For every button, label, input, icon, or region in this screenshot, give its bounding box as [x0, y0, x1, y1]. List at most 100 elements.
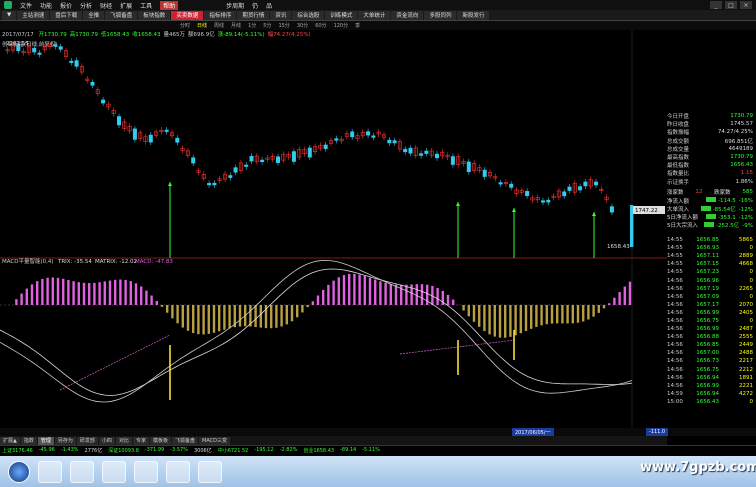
tick-volume: 0 [749, 293, 754, 300]
menu-help[interactable]: 帮助 [160, 0, 179, 10]
tick-row: 14:56 1656.75 0 [667, 317, 753, 325]
menu-right-2[interactable]: 品 [266, 1, 272, 10]
macd-bar [483, 305, 486, 332]
minimize-button[interactable]: _ [710, 1, 722, 9]
func-tab[interactable]: 指标排序 [204, 10, 237, 20]
close-button[interactable]: × [740, 1, 752, 9]
func-tab[interactable]: ▼ [2, 10, 17, 20]
start-button-icon[interactable] [8, 460, 30, 483]
bottom-tab[interactable]: 另存为 [54, 436, 76, 445]
func-tab[interactable]: 盘后下载 [50, 10, 83, 20]
period-option[interactable]: 分时 [180, 22, 190, 29]
func-tab[interactable]: 综合选股 [292, 10, 325, 20]
func-tab[interactable]: 大单统计 [358, 10, 391, 20]
info-row: 示证换手 1.86% [667, 178, 753, 186]
func-tab[interactable]: 主站测速 [17, 10, 50, 20]
info-value: 1656.43 [730, 162, 753, 169]
menu-analysis[interactable]: 分析 [80, 1, 92, 10]
chart-area[interactable]: 2201.55 1658.43 1747.22 MACD平量智能(0,4) TR… [0, 30, 667, 428]
func-tab[interactable]: 期货行情 [237, 10, 270, 20]
macd-bar [498, 305, 502, 338]
menu-finance[interactable]: 财经 [100, 1, 112, 10]
bottom-tab[interactable]: 模板板 [149, 436, 171, 445]
period-option[interactable]: 日线 [197, 22, 207, 29]
tick-time: 14:56 [667, 326, 683, 333]
macd-bar [332, 280, 335, 305]
bottom-tab[interactable]: 专家 [132, 436, 149, 445]
info-row: 指数振幅 74.27/4.25% [667, 128, 753, 136]
macd-bar [108, 280, 112, 305]
func-tab[interactable]: 多股同列 [424, 10, 457, 20]
taskbar-app-icon[interactable] [102, 460, 126, 483]
tick-price: 1657.23 [696, 269, 719, 276]
taskbar-app-icon[interactable] [166, 460, 190, 483]
menu-quote[interactable]: 报价 [60, 1, 72, 10]
tick-list[interactable]: 14:55 1656.85 5865 14:55 1656.93 0 14:55 1657.1… [667, 236, 753, 406]
candle-body [69, 60, 74, 63]
bottom-tab[interactable]: 研发部 [76, 436, 98, 445]
taskbar-app-icon[interactable] [134, 460, 158, 483]
menu-function[interactable]: 功能 [40, 1, 52, 10]
func-tab[interactable]: 买卖数据 [171, 10, 204, 20]
bottom-tab[interactable]: 指数 [20, 436, 37, 445]
macd-bar [462, 305, 465, 311]
period-option[interactable]: 60分 [315, 22, 326, 29]
func-tab[interactable]: 新股发行 [457, 10, 490, 20]
macd-bar [446, 294, 450, 305]
candle-body [392, 140, 397, 144]
taskbar-app-icon[interactable] [198, 460, 222, 483]
tick-price: 1656.96 [696, 277, 719, 284]
tick-volume: 0 [749, 269, 754, 276]
bottom-tab[interactable]: 小四 [98, 436, 115, 445]
tick-time: 14:56 [667, 358, 683, 365]
ticker-value: -3.57% [170, 447, 188, 453]
period-option[interactable]: 周线 [214, 22, 224, 29]
macd-bar [389, 283, 392, 305]
func-tab[interactable]: 训练模式 [325, 10, 358, 20]
tick-price: 1657.15 [696, 261, 719, 268]
func-tab[interactable]: 全推 [83, 10, 105, 20]
ticker-value: 中小6721.52 [217, 447, 249, 454]
menu-extend[interactable]: 扩展 [120, 1, 132, 10]
macd-bar [103, 281, 106, 305]
period-option[interactable]: 15分 [278, 22, 289, 29]
bottom-tab[interactable]: 管理 [37, 436, 54, 445]
bottom-tab[interactable]: 飞狐备盘 [171, 436, 198, 445]
tick-price: 1656.75 [696, 317, 719, 324]
macd-bar [550, 305, 554, 324]
period-option[interactable]: 季 [355, 22, 360, 29]
tick-price: 1657.11 [696, 253, 719, 260]
bottom-tab[interactable]: 扩展▲ [0, 436, 20, 445]
menu-tools[interactable]: 工具 [140, 1, 152, 10]
candle-body [260, 159, 265, 162]
menu-file[interactable]: 文件 [20, 1, 32, 10]
period-option[interactable]: 120分 [334, 22, 349, 29]
period-option[interactable]: 1分 [248, 22, 256, 29]
period-option[interactable]: 5分 [263, 22, 271, 29]
bottom-tab[interactable]: MACD三变 [199, 436, 230, 445]
taskbar-app-icon[interactable] [70, 460, 94, 483]
func-tab[interactable]: 板块指数 [138, 10, 171, 20]
taskbar-app-icon[interactable] [38, 460, 62, 483]
macd-bar [514, 305, 517, 336]
macd-bar [488, 305, 491, 335]
func-tab[interactable]: 飞狐备盘 [105, 10, 138, 20]
maximize-button[interactable]: □ [725, 1, 737, 9]
period-option[interactable]: 30分 [297, 22, 308, 29]
info-row: 总成交额 696.851亿 [667, 137, 753, 145]
macd-bar [62, 278, 65, 305]
tick-row: 14:55 1656.93 0 [667, 244, 753, 252]
tick-row: 14:56 1656.88 2555 [667, 333, 753, 341]
func-tab[interactable]: 资金流向 [391, 10, 424, 20]
macd-bar [181, 305, 184, 328]
func-tab[interactable]: 资讯 [270, 10, 292, 20]
ticker-value: 创业1658.43 [303, 447, 335, 454]
macd-bar [384, 282, 387, 305]
macd-bar [571, 305, 574, 324]
macd-bar [93, 282, 96, 305]
window-controls: _ □ × [710, 1, 752, 9]
period-option[interactable]: 月线 [231, 22, 241, 29]
bottom-tab[interactable]: 对比 [115, 436, 132, 445]
menu-period[interactable]: 步周期 [226, 1, 244, 10]
menu-right-1[interactable]: 仍 [252, 1, 258, 10]
